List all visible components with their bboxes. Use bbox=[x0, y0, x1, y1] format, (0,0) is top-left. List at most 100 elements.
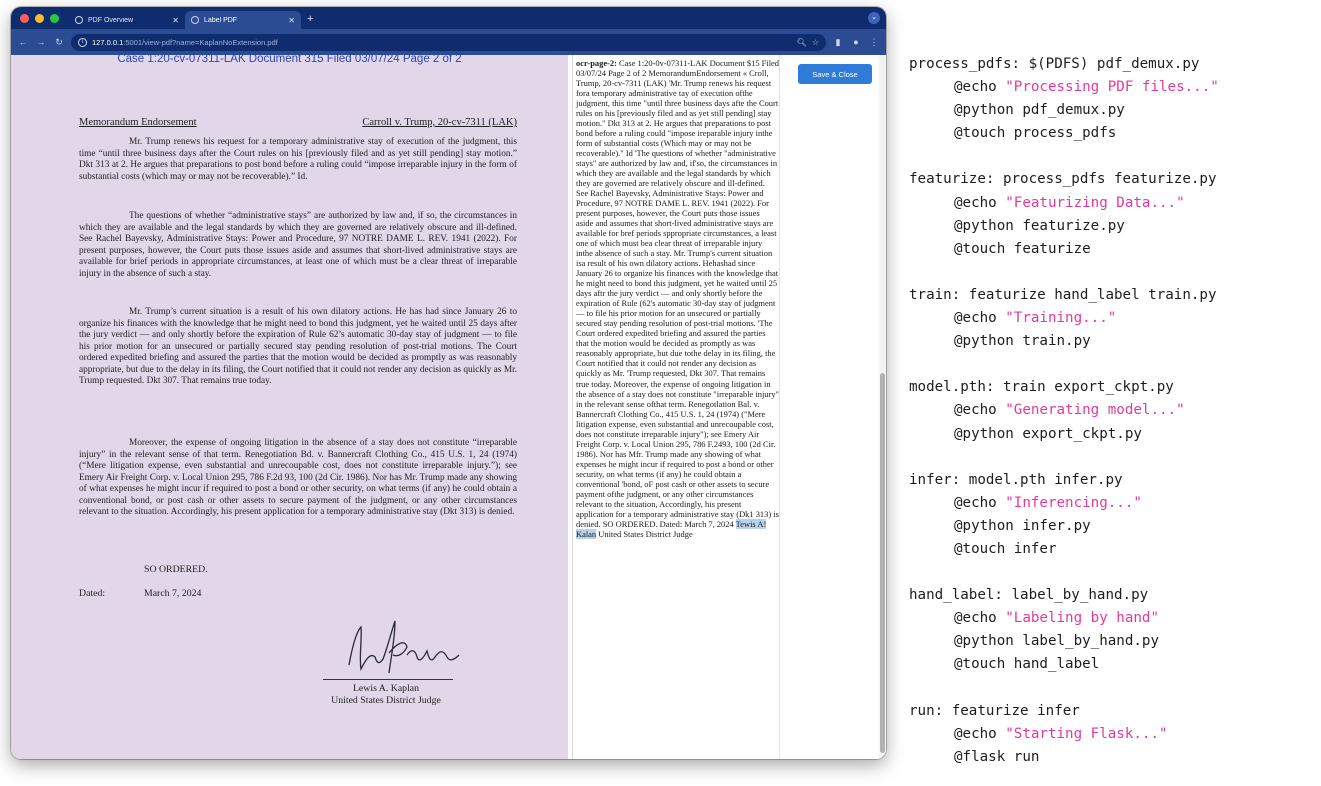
makefile-command: @python featurize.py bbox=[909, 215, 1321, 238]
makefile-target: model.pth: train export_ckpt.py bbox=[909, 379, 1174, 396]
tab-search-icon[interactable]: ⌄ bbox=[868, 12, 880, 24]
scrollbar-thumb[interactable] bbox=[880, 373, 885, 753]
pdf-paragraph: The questions of whether “administrative… bbox=[79, 211, 517, 279]
minimize-window-button[interactable] bbox=[35, 14, 44, 23]
judge-signature bbox=[348, 620, 460, 674]
makefile-command: @echo "Inferencing..." bbox=[909, 492, 1321, 515]
makefile-command: @echo "Featurizing Data..." bbox=[909, 192, 1321, 215]
makefile-target: run: featurize infer bbox=[909, 702, 1080, 719]
pdf-paragraph: Moreover, the expense of ongoing litigat… bbox=[79, 438, 517, 518]
new-tab-icon[interactable]: + bbox=[301, 13, 313, 29]
makefile-command-text: @touch featurize bbox=[954, 240, 1091, 257]
tab-pdf-overview[interactable]: PDF Overview ✕ bbox=[69, 11, 185, 29]
makefile-command: @python train.py bbox=[909, 330, 1321, 353]
makefile-string-literal: "Featurizing Data..." bbox=[1005, 194, 1185, 211]
makefile-command-text: @echo bbox=[954, 79, 1006, 96]
profile-avatar-icon[interactable]: ● bbox=[850, 37, 862, 47]
makefile-string-literal: "Generating model..." bbox=[1005, 402, 1185, 419]
sidepanel-icon[interactable]: ▮ bbox=[832, 37, 844, 48]
makefile-string-literal: "Processing PDF files..." bbox=[1005, 79, 1219, 96]
makefile-command: @touch hand_label bbox=[909, 653, 1321, 676]
close-tab-icon[interactable]: ✕ bbox=[288, 16, 295, 25]
globe-icon bbox=[191, 16, 199, 24]
pdf-case-header: Case 1:20-cv-07311-LAK Document 315 File… bbox=[117, 55, 462, 65]
so-ordered-text: SO ORDERED. bbox=[144, 564, 208, 575]
ocr-tail-text: United States District Judge bbox=[596, 528, 693, 539]
zoom-window-button[interactable] bbox=[50, 14, 59, 23]
judge-name: Lewis A. Kaplan bbox=[352, 683, 420, 694]
makefile-command-text: @python pdf_demux.py bbox=[954, 102, 1125, 119]
tab-label: PDF Overview bbox=[88, 16, 134, 24]
save-close-button[interactable]: Save & Close bbox=[798, 64, 872, 84]
globe-icon bbox=[75, 16, 83, 24]
makefile-command-text: @python infer.py bbox=[954, 517, 1091, 534]
memo-endorsement-heading: Memorandum Endorsement bbox=[79, 117, 197, 128]
makefile-blank-line bbox=[909, 261, 1321, 284]
makefile-target: train: featurize hand_label train.py bbox=[909, 286, 1217, 303]
makefile-command: @python label_by_hand.py bbox=[909, 630, 1321, 653]
makefile-command-text: @echo bbox=[954, 194, 1006, 211]
makefile-command: @touch process_pdfs bbox=[909, 122, 1321, 145]
memo-heading-row: Memorandum Endorsement Carroll v. Trump,… bbox=[79, 117, 517, 128]
makefile-command-text: @touch infer bbox=[954, 540, 1057, 557]
page-scrollbar[interactable] bbox=[879, 55, 886, 759]
dated-value: March 7, 2024 bbox=[144, 588, 202, 599]
makefile-string-literal: "Training..." bbox=[1005, 310, 1117, 327]
zoom-icon[interactable]: 🔍︎ bbox=[797, 38, 807, 47]
reload-icon[interactable]: ↻ bbox=[53, 37, 65, 48]
makefile-command-text: @python label_by_hand.py bbox=[954, 633, 1159, 650]
bookmark-star-icon[interactable]: ☆ bbox=[812, 38, 819, 47]
makefile-command: @touch featurize bbox=[909, 238, 1321, 261]
makefile-target: process_pdfs: $(PDFS) pdf_demux.py bbox=[909, 56, 1200, 72]
makefile-command-text: @flask run bbox=[954, 748, 1040, 765]
address-bar[interactable]: i 127.0.0.1:5001/view-pdf?name=KaplanNoE… bbox=[71, 33, 826, 51]
ocr-text-panel[interactable]: ocr-page-2: Case 1:20-0v-07311-LAK Docum… bbox=[572, 55, 780, 759]
makefile-command-text: @echo bbox=[954, 310, 1006, 327]
makefile-target: hand_label: label_by_hand.py bbox=[909, 587, 1149, 604]
close-window-button[interactable] bbox=[20, 14, 29, 23]
url-text: 127.0.0.1:5001/view-pdf?name=KaplanNoExt… bbox=[92, 38, 792, 47]
window-controls bbox=[11, 14, 69, 29]
makefile-string-literal: "Starting Flask..." bbox=[1005, 725, 1168, 742]
makefile-command: @python export_ckpt.py bbox=[909, 423, 1321, 446]
makefile-blank-line bbox=[909, 353, 1321, 376]
tab-label: Label PDF bbox=[204, 16, 238, 24]
pdf-page-view[interactable]: Case 1:20-cv-07311-LAK Document 315 File… bbox=[11, 55, 568, 759]
makefile-blank-line bbox=[909, 677, 1321, 700]
makefile-command-text: @touch hand_label bbox=[954, 656, 1100, 673]
makefile-blank-line bbox=[909, 145, 1321, 168]
makefile-command: @python infer.py bbox=[909, 515, 1321, 538]
site-info-icon[interactable]: i bbox=[78, 37, 87, 47]
makefile-command-text: @echo bbox=[954, 494, 1006, 511]
makefile-blank-line bbox=[909, 561, 1321, 584]
pdf-paragraph: Mr. Trump’s current situation is a resul… bbox=[79, 307, 517, 387]
makefile-command: @echo "Labeling by hand" bbox=[909, 607, 1321, 630]
makefile-code: process_pdfs: $(PDFS) pdf_demux.py @echo … bbox=[909, 53, 1321, 769]
forward-icon[interactable]: → bbox=[35, 37, 47, 47]
ocr-page-label: ocr-page-2: bbox=[576, 58, 617, 68]
tab-bar: PDF Overview ✕ Label PDF ✕ + ⌄ bbox=[11, 7, 886, 29]
url-host: 127.0.0.1 bbox=[92, 37, 124, 47]
browser-toolbar: ← → ↻ i 127.0.0.1:5001/view-pdf?name=Kap… bbox=[11, 29, 886, 55]
url-path: :5001/view-pdf?name=KaplanNoExtension.pd… bbox=[123, 37, 278, 47]
close-tab-icon[interactable]: ✕ bbox=[172, 16, 179, 25]
makefile-command-text: @echo bbox=[954, 402, 1006, 419]
pdf-paragraph: Mr. Trump renews his request for a tempo… bbox=[79, 137, 517, 182]
makefile-command-text: @echo bbox=[954, 610, 1006, 627]
browser-window: PDF Overview ✕ Label PDF ✕ + ⌄ ← → ↻ i 1… bbox=[11, 7, 886, 759]
makefile-command-text: @python featurize.py bbox=[954, 217, 1125, 234]
page-viewport: Case 1:20-cv-07311-LAK Document 315 File… bbox=[11, 55, 886, 759]
menu-kebab-icon[interactable]: ⋮ bbox=[868, 37, 880, 48]
tab-label-pdf[interactable]: Label PDF ✕ bbox=[185, 11, 301, 29]
makefile-command: @python pdf_demux.py bbox=[909, 99, 1321, 122]
makefile-string-literal: "Inferencing..." bbox=[1005, 494, 1142, 511]
case-caption: Carroll v. Trump, 20-cv-7311 (LAK) bbox=[362, 117, 517, 128]
makefile-command: @echo "Training..." bbox=[909, 307, 1321, 330]
makefile-command: @echo "Starting Flask..." bbox=[909, 723, 1321, 746]
makefile-command: @touch infer bbox=[909, 538, 1321, 561]
makefile-command-text: @echo bbox=[954, 725, 1006, 742]
action-panel: Save & Close bbox=[781, 55, 886, 759]
back-icon[interactable]: ← bbox=[17, 37, 29, 47]
makefile-blank-line bbox=[909, 446, 1321, 469]
makefile-command-text: @touch process_pdfs bbox=[954, 125, 1117, 142]
